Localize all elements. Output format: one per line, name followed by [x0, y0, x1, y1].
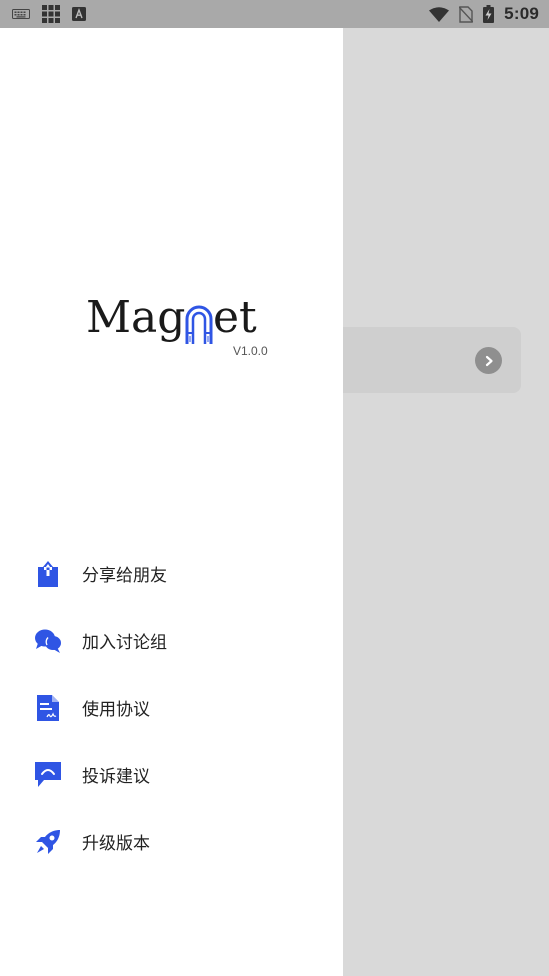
no-sim-icon [459, 5, 474, 23]
chat-bubbles-icon [34, 627, 62, 655]
feedback-icon [34, 761, 62, 789]
menu-item-user-agreement[interactable]: 使用协议 [0, 674, 343, 741]
menu-label-upgrade: 升级版本 [82, 834, 150, 854]
document-icon [34, 694, 62, 722]
menu-item-share[interactable]: 分享给朋友 [0, 540, 343, 607]
background-card[interactable] [320, 327, 521, 393]
navigation-drawer: Mag et V1.0.0 分享给朋友 加入讨论组 使用协议 投诉建议 升级版本 [0, 28, 343, 976]
logo-text-right: et [213, 292, 257, 343]
menu-label-user-agreement: 使用协议 [82, 700, 150, 720]
status-bar: 5:09 [0, 0, 549, 28]
app-version: V1.0.0 [233, 344, 268, 358]
logo-text-left: Mag [86, 292, 186, 343]
wifi-icon [429, 6, 450, 22]
menu-label-discussion-group: 加入讨论组 [82, 633, 167, 653]
menu-label-share: 分享给朋友 [82, 566, 167, 586]
menu-item-feedback[interactable]: 投诉建议 [0, 741, 343, 808]
menu-item-discussion-group[interactable]: 加入讨论组 [0, 607, 343, 674]
a-badge-icon [72, 7, 86, 21]
status-clock: 5:09 [504, 4, 539, 23]
share-icon [34, 560, 62, 588]
battery-charging-icon [483, 5, 495, 23]
keyboard-icon [12, 8, 30, 20]
apps-grid-icon [42, 5, 60, 23]
rocket-icon [34, 828, 62, 856]
menu-label-feedback: 投诉建议 [82, 767, 150, 787]
menu-item-upgrade[interactable]: 升级版本 [0, 808, 343, 875]
chevron-right-icon[interactable] [475, 347, 502, 374]
magnet-icon [184, 304, 214, 350]
